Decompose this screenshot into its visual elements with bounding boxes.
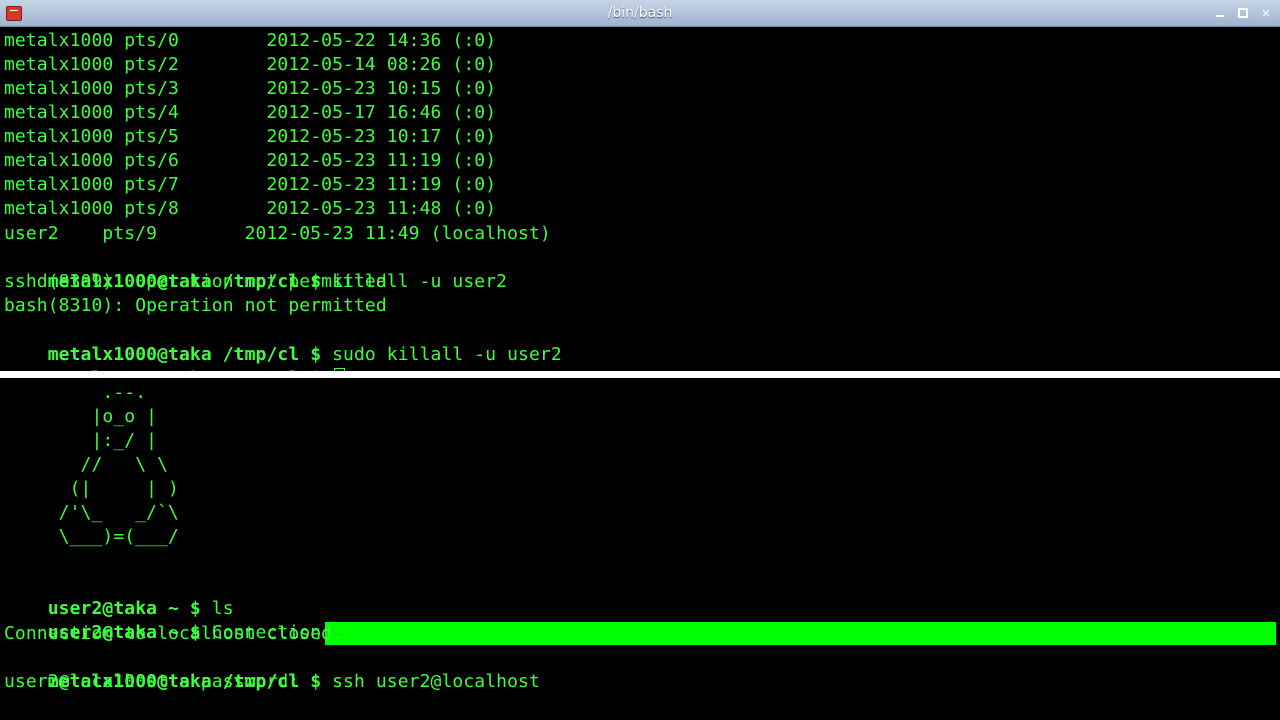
password-prompt[interactable]: user2@localhost's password:	[4, 670, 310, 694]
minimize-button[interactable]	[1212, 5, 1228, 21]
ascii-art-line: |o_o |	[4, 406, 158, 427]
ascii-art-line: (| | )	[4, 478, 179, 499]
maximize-icon	[1238, 8, 1248, 18]
error-line: bash(8310): Operation not permitted	[4, 295, 387, 316]
ascii-art-line: /'\_ _/`\	[4, 502, 179, 523]
command-line: metalx1000@taka /tmp/cl $ ssh user2@loca…	[4, 646, 540, 692]
who-line: metalx1000 pts/5 2012-05-23 10:17 (:0)	[4, 126, 497, 147]
command-line: user2@taka ~ $ Connection to localhost c…	[4, 597, 715, 643]
ascii-art-line: |:_/ |	[4, 430, 158, 451]
close-icon: ×	[1260, 6, 1272, 20]
top-terminal-pane[interactable]: metalx1000 pts/0 2012-05-22 14:36 (:0) m…	[0, 27, 1280, 389]
who-line: metalx1000 pts/7 2012-05-23 11:19 (:0)	[4, 174, 497, 195]
who-line: metalx1000 pts/8 2012-05-23 11:48 (:0)	[4, 198, 497, 219]
who-line: user2 pts/9 2012-05-23 11:49 (localhost)	[4, 223, 551, 244]
command-text: ssh user2@localhost	[321, 671, 540, 692]
pane-divider[interactable]	[0, 371, 1280, 378]
ascii-art-line: .--.	[4, 382, 147, 403]
command-text: sudo killall -u user2	[321, 344, 562, 365]
command-line: metalx1000@taka /tmp/cl $ sudo killall -…	[4, 319, 562, 365]
ascii-art-line: // \ \	[4, 454, 169, 475]
window-titlebar[interactable]: /bin/bash ×	[0, 0, 1280, 27]
close-button[interactable]: ×	[1258, 5, 1274, 21]
who-line: metalx1000 pts/4 2012-05-17 16:46 (:0)	[4, 102, 497, 123]
command-line: user2@taka ~ $ ls	[4, 573, 234, 619]
minimize-icon	[1216, 15, 1224, 17]
who-line: metalx1000 pts/2 2012-05-14 08:26 (:0)	[4, 54, 497, 75]
output-line: Connection to localhost closed.	[4, 623, 344, 644]
who-line: metalx1000 pts/6 2012-05-23 11:19 (:0)	[4, 150, 497, 171]
command-line: metalx1000@taka /tmp/cl $ killall -u use…	[4, 246, 507, 292]
who-line: metalx1000 pts/0 2012-05-22 14:36 (:0)	[4, 30, 497, 51]
maximize-button[interactable]	[1235, 5, 1251, 21]
error-line: sshd(8309): Operation not permitted	[4, 271, 387, 292]
who-line: metalx1000 pts/3 2012-05-23 10:15 (:0)	[4, 78, 497, 99]
selection-highlight	[325, 622, 1276, 645]
ascii-art-line: \___)=(___/	[4, 526, 179, 547]
bottom-terminal-pane[interactable]: .--. |o_o | |:_/ | // \ \ (| | ) /'\_ _/…	[0, 378, 1280, 720]
window-title: /bin/bash	[607, 5, 673, 21]
active-command-line[interactable]: metalx1000@taka /tmp/cl $	[4, 343, 346, 389]
